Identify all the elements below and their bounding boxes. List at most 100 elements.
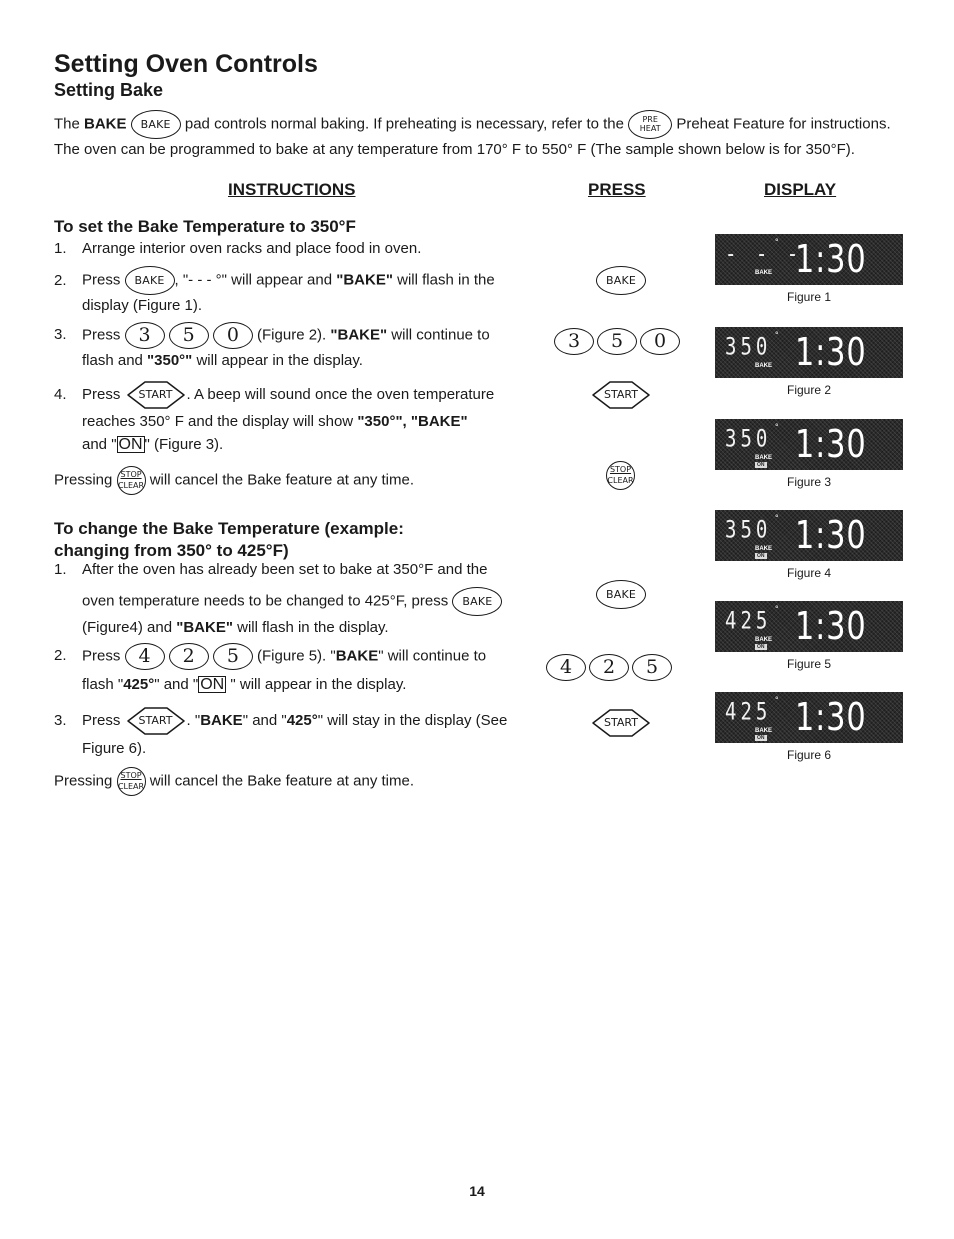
step-text-part: will flash in the: [392, 271, 495, 289]
display-bake-indicator: BAKE: [755, 270, 773, 276]
display-on-indicator: ON: [755, 462, 767, 468]
display-bake-indicator: BAKE: [755, 546, 773, 552]
press-425-keys: 4 2 5: [546, 654, 672, 681]
press-stop-key: STOP CLEAR: [606, 461, 635, 490]
clear-pad-label: CLEAR: [117, 481, 145, 490]
step-text-part: (Figure4) and: [82, 619, 177, 636]
step-text-bold: BAKE: [335, 647, 379, 665]
number-pad-4-icon: 4: [546, 654, 586, 681]
display-time: 1:30: [795, 513, 867, 557]
step-text: Press START . A beep will sound once the …: [82, 380, 494, 410]
stop-clear-pad-icon: STOP CLEAR: [606, 461, 635, 490]
step-text-part: Press: [82, 271, 125, 289]
press-bake-key: BAKE: [596, 266, 646, 295]
cancel-note: Pressing STOP CLEAR will cancel the Bake …: [54, 466, 414, 495]
step-text-part: " will stay in the display (See: [317, 711, 508, 729]
stop-pad-label: STOP: [120, 470, 142, 479]
start-pad-label: START: [138, 714, 173, 727]
display-bake-indicator: BAKE: [755, 363, 773, 369]
number-pad-5-icon: 5: [632, 654, 672, 681]
step-number: 4.: [54, 386, 67, 403]
start-pad-label: START: [604, 716, 638, 729]
step-text-part: . A beep will sound once the oven temper…: [186, 385, 495, 403]
figure-caption: Figure 6: [786, 748, 832, 762]
display-bake-indicator: BAKE: [755, 728, 773, 734]
display-degree-icon: °: [775, 237, 779, 247]
step-text-part: Press: [82, 647, 125, 665]
step-text-bold: "BAKE": [330, 326, 388, 344]
step-text-part: Press: [82, 711, 125, 729]
press-column-header: PRESS: [588, 180, 646, 199]
start-pad-label: START: [604, 388, 638, 401]
display-on-indicator: ON: [755, 553, 767, 559]
step-text-part: " will appear in the display.: [226, 676, 407, 693]
display-on-indicator: ON: [755, 644, 767, 650]
step-text-continued: (Figure4) and "BAKE" will flash in the d…: [82, 619, 389, 636]
figure-caption: Figure 3: [786, 475, 832, 489]
display-time: 1:30: [795, 695, 867, 739]
bake-pad-icon: BAKE: [124, 266, 175, 295]
number-pad-0-icon: 0: [212, 322, 253, 349]
step-text: Press 4 2 5 (Figure 5). "BAKE" will cont…: [82, 643, 486, 670]
display-bake-indicator: BAKE: [755, 637, 773, 643]
figure-caption: Figure 2: [786, 383, 832, 397]
step-text-part: oven temperature needs to be changed to …: [82, 592, 453, 610]
step-text-part: (Figure 2).: [252, 326, 331, 344]
section-heading-set-temperature: To set the Bake Temperature to 350°F: [54, 217, 356, 236]
step-text-part: flash ": [82, 676, 124, 693]
step-text: Arrange interior oven racks and place fo…: [82, 240, 422, 257]
step-text-bold: 425°: [123, 676, 155, 693]
oven-display-panel: 350 ° 1:30 BAKE ON: [715, 510, 903, 561]
step-text-part: will continue to: [387, 326, 490, 344]
instructions-column-header: INSTRUCTIONS: [228, 180, 356, 199]
bake-pad-icon: BAKE: [596, 580, 646, 609]
number-pad-3-icon: 3: [554, 328, 594, 355]
oven-display-panel: - - - ° 1:30 BAKE: [715, 234, 903, 285]
step-number: 2.: [54, 272, 67, 289]
on-indicator-icon: ON: [198, 676, 227, 693]
on-indicator-icon: ON: [116, 436, 145, 453]
display-time: 1:30: [795, 604, 867, 648]
number-pad-3-icon: 3: [124, 322, 165, 349]
page-title: Setting Oven Controls: [54, 50, 318, 78]
preheat-pad-label-top: PRE: [642, 115, 658, 124]
step-text-part: , "- - - °" will appear and: [174, 271, 337, 289]
section-heading-change-temperature-line-1: To change the Bake Temperature (example:: [54, 519, 404, 538]
step-number: 2.: [54, 647, 67, 664]
intro-line-2: The oven can be programmed to bake at an…: [54, 141, 855, 158]
step-text-bold: "350°", "BAKE": [357, 413, 468, 430]
step-text-part: will appear in the display.: [192, 352, 363, 369]
press-start-key: START: [590, 380, 652, 410]
page-number: 14: [469, 1183, 485, 1199]
section-title: Setting Bake: [54, 80, 164, 100]
bake-pad-label: BAKE: [140, 118, 171, 131]
display-degree-icon: °: [775, 695, 779, 705]
intro-text: Preheat Feature for instructions.: [672, 115, 891, 133]
bake-pad-label: BAKE: [605, 588, 637, 601]
oven-display-panel: 425 ° 1:30 BAKE ON: [715, 692, 903, 743]
step-text-bold: "350°": [147, 352, 193, 369]
display-temperature: 425: [725, 698, 772, 726]
start-pad-icon: START: [590, 380, 652, 410]
display-temperature: - - -: [725, 240, 803, 268]
stop-clear-pad-icon: STOP CLEAR: [116, 466, 146, 495]
display-time: 1:30: [795, 237, 867, 281]
step-number: 3.: [54, 712, 67, 729]
step-text-continued: reaches 350° F and the display will show…: [82, 413, 468, 430]
step-number: 3.: [54, 326, 67, 343]
step-text-part: . ": [186, 711, 201, 729]
step-text-part: " will continue to: [378, 647, 487, 665]
display-degree-icon: °: [775, 422, 779, 432]
step-text-part: Press: [82, 385, 125, 403]
intro-line-1: The BAKE BAKE pad controls normal baking…: [54, 110, 891, 139]
stop-clear-pad-icon: STOP CLEAR: [116, 767, 146, 796]
start-pad-icon: START: [125, 706, 187, 736]
number-pad-5-icon: 5: [168, 322, 209, 349]
display-temperature: 350: [725, 333, 772, 361]
display-temperature: 350: [725, 425, 772, 453]
display-time: 1:30: [795, 422, 867, 466]
step-text-part: " (Figure 3).: [144, 436, 224, 453]
clear-pad-label: CLEAR: [117, 782, 145, 791]
display-temperature: 425: [725, 607, 772, 635]
step-text: Press START . "BAKE" and "425°" will stay…: [82, 706, 507, 736]
